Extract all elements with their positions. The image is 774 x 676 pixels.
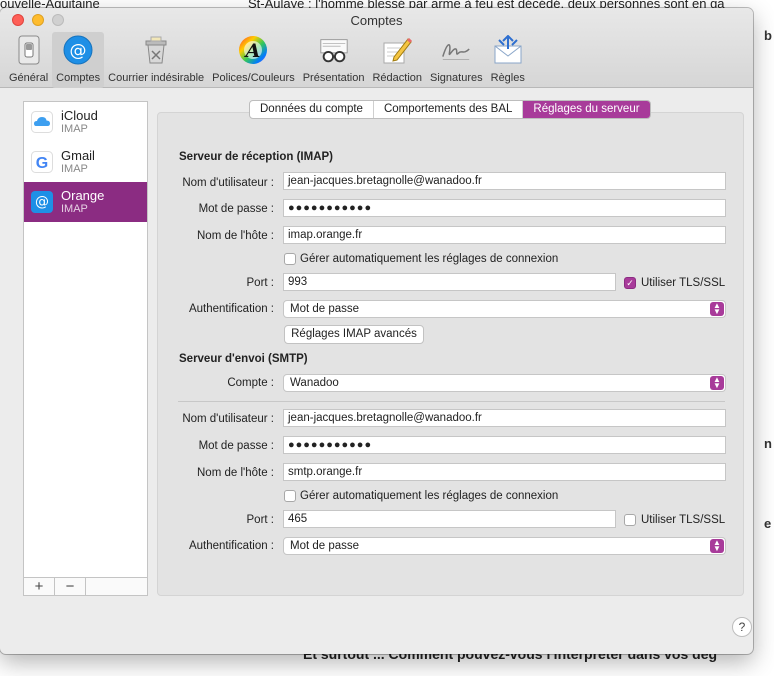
tab-mailbox-behaviors[interactable]: Comportements des BAL bbox=[374, 101, 524, 118]
pencil-icon bbox=[381, 34, 413, 66]
account-row-icloud[interactable]: iCloud IMAP bbox=[24, 102, 147, 142]
outgoing-username-field[interactable]: jean-jacques.bretagnolle@wanadoo.fr bbox=[283, 409, 726, 427]
window-title: Comptes bbox=[350, 13, 403, 28]
help-button[interactable]: ? bbox=[732, 617, 752, 637]
background-fragment: b bbox=[764, 28, 772, 43]
outgoing-section-title: Serveur d'envoi (SMTP) bbox=[179, 353, 308, 365]
advanced-imap-button[interactable]: Réglages IMAP avancés bbox=[284, 325, 424, 344]
toolbar-composing-label: Rédaction bbox=[372, 72, 423, 84]
at-sign-icon: @ bbox=[62, 34, 94, 66]
toolbar-signatures-label: Signatures bbox=[430, 72, 483, 84]
font-color-icon: A bbox=[237, 34, 269, 66]
account-type: IMAP bbox=[61, 163, 88, 175]
remove-account-button[interactable]: − bbox=[55, 578, 86, 595]
titlebar: Comptes Général @ Comptes Courrier indés… bbox=[0, 8, 753, 88]
outgoing-host-label: Nom de l'hôte : bbox=[197, 467, 274, 479]
svg-text:@: @ bbox=[70, 41, 87, 61]
background-fragment: n bbox=[764, 436, 772, 451]
chevron-updown-icon: ▲ ▼ bbox=[710, 376, 724, 390]
background-fragment: e bbox=[764, 516, 772, 531]
outgoing-username-label: Nom d'utilisateur : bbox=[182, 413, 274, 425]
outgoing-account-value: Wanadoo bbox=[290, 377, 339, 389]
account-row-orange[interactable]: @ Orange IMAP bbox=[24, 182, 147, 222]
glasses-icon bbox=[318, 34, 350, 66]
incoming-port-field[interactable]: 993 bbox=[283, 273, 616, 291]
incoming-tls-checkbox[interactable]: ✓ bbox=[624, 277, 636, 289]
section-divider bbox=[178, 401, 725, 402]
outgoing-password-label: Mot de passe : bbox=[198, 440, 274, 452]
outgoing-auth-select[interactable]: Mot de passe ▲ ▼ bbox=[283, 537, 726, 555]
add-account-button[interactable]: + bbox=[24, 578, 55, 595]
signature-icon bbox=[440, 34, 472, 66]
toolbar-viewing[interactable]: Présentation bbox=[299, 32, 369, 88]
account-name: iCloud bbox=[61, 108, 98, 123]
outgoing-password-field[interactable]: ●●●●●●●●●●● bbox=[283, 436, 726, 454]
incoming-password-label: Mot de passe : bbox=[198, 203, 274, 215]
incoming-host-field[interactable]: imap.orange.fr bbox=[283, 226, 726, 244]
incoming-port-label: Port : bbox=[246, 277, 274, 289]
outgoing-auto-manage-checkbox[interactable] bbox=[284, 490, 296, 502]
outgoing-tls-label: Utiliser TLS/SSL bbox=[641, 514, 726, 526]
svg-text:G: G bbox=[36, 155, 48, 172]
toolbar-fonts-label: Polices/Couleurs bbox=[212, 72, 295, 84]
at-sign-icon: @ bbox=[31, 191, 53, 213]
chevron-updown-icon: ▲ ▼ bbox=[710, 302, 724, 316]
outgoing-tls-checkbox[interactable] bbox=[624, 514, 636, 526]
outgoing-auth-value: Mot de passe bbox=[290, 540, 360, 552]
incoming-username-field[interactable]: jean-jacques.bretagnolle@wanadoo.fr bbox=[283, 172, 726, 190]
outgoing-auto-manage-label: Gérer automatiquement les réglages de co… bbox=[300, 490, 559, 502]
accounts-list: iCloud IMAP G Gmail IMAP @ Orange IMAP +… bbox=[23, 101, 148, 596]
toolbar-accounts[interactable]: @ Comptes bbox=[52, 32, 105, 88]
toolbar-viewing-label: Présentation bbox=[302, 72, 365, 84]
incoming-username-label: Nom d'utilisateur : bbox=[182, 177, 274, 189]
toolbar-general-label: Général bbox=[9, 72, 49, 84]
incoming-auto-manage-label: Gérer automatiquement les réglages de co… bbox=[300, 253, 559, 265]
outgoing-port-field[interactable]: 465 bbox=[283, 510, 616, 528]
incoming-tls-label: Utiliser TLS/SSL bbox=[641, 277, 726, 289]
toolbar-rules[interactable]: Règles bbox=[487, 32, 529, 88]
svg-text:A: A bbox=[244, 40, 261, 62]
account-type: IMAP bbox=[61, 123, 88, 135]
incoming-auto-manage-checkbox[interactable] bbox=[284, 253, 296, 265]
incoming-auth-select[interactable]: Mot de passe ▲ ▼ bbox=[283, 300, 726, 318]
toolbar-rules-label: Règles bbox=[490, 72, 525, 84]
preferences-toolbar: Général @ Comptes Courrier indésirable A… bbox=[5, 32, 529, 88]
tab-bar: Données du compte Comportements des BAL … bbox=[249, 100, 651, 119]
chevron-updown-icon: ▲ ▼ bbox=[710, 539, 724, 553]
general-switch-icon bbox=[13, 34, 45, 66]
toolbar-fonts-colors[interactable]: A Polices/Couleurs bbox=[208, 32, 299, 88]
toolbar-accounts-label: Comptes bbox=[56, 72, 101, 84]
outgoing-host-field[interactable]: smtp.orange.fr bbox=[283, 463, 726, 481]
toolbar-composing[interactable]: Rédaction bbox=[368, 32, 426, 88]
outgoing-auth-label: Authentification : bbox=[188, 540, 274, 552]
tab-account-info[interactable]: Données du compte bbox=[250, 101, 374, 118]
rules-envelope-icon bbox=[492, 34, 524, 66]
outgoing-account-label: Compte : bbox=[227, 377, 274, 389]
incoming-auth-label: Authentification : bbox=[188, 303, 274, 315]
toolbar-junk[interactable]: Courrier indésirable bbox=[104, 32, 208, 88]
incoming-auth-value: Mot de passe bbox=[290, 303, 360, 315]
toolbar-junk-label: Courrier indésirable bbox=[108, 72, 205, 84]
account-name: Gmail bbox=[61, 148, 95, 163]
outgoing-account-select[interactable]: Wanadoo ▲ ▼ bbox=[283, 374, 726, 392]
junk-trash-icon bbox=[140, 34, 172, 66]
account-name: Orange bbox=[61, 188, 105, 203]
account-row-gmail[interactable]: G Gmail IMAP bbox=[24, 142, 147, 182]
tab-server-settings[interactable]: Réglages du serveur bbox=[523, 101, 650, 118]
toolbar-general[interactable]: Général bbox=[5, 32, 52, 88]
outgoing-port-label: Port : bbox=[246, 514, 274, 526]
toolbar-signatures[interactable]: Signatures bbox=[426, 32, 487, 88]
incoming-password-field[interactable]: ●●●●●●●●●●● bbox=[283, 199, 726, 217]
incoming-section-title: Serveur de réception (IMAP) bbox=[179, 151, 334, 163]
google-icon: G bbox=[31, 151, 53, 173]
accounts-list-footer: + − bbox=[24, 577, 147, 595]
incoming-host-label: Nom de l'hôte : bbox=[197, 230, 274, 242]
account-type: IMAP bbox=[61, 203, 88, 215]
icloud-icon bbox=[31, 111, 53, 133]
